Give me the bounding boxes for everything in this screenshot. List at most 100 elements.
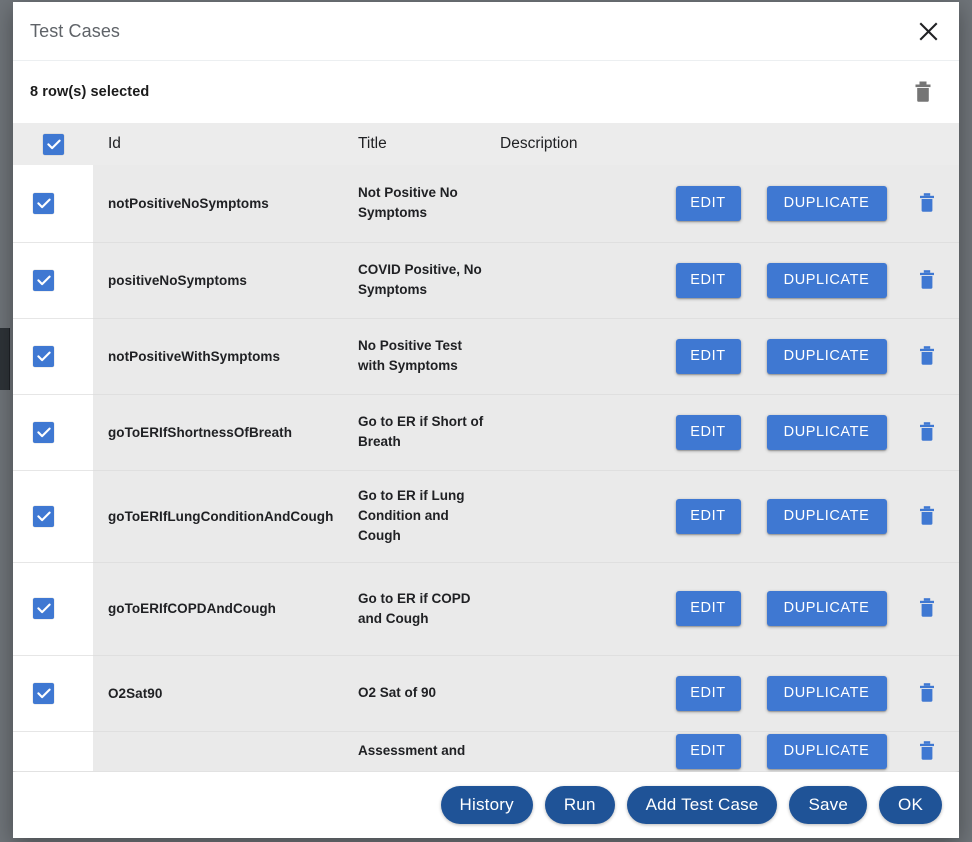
edit-button[interactable]: EDIT: [675, 675, 741, 711]
row-select-checkbox[interactable]: [33, 682, 54, 704]
duplicate-button[interactable]: DUPLICATE: [766, 498, 887, 534]
duplicate-button[interactable]: DUPLICATE: [766, 338, 887, 374]
select-all-checkbox[interactable]: [43, 133, 64, 155]
close-icon[interactable]: [911, 14, 945, 48]
row-select-cell[interactable]: [13, 393, 93, 470]
background-panel-edge: [0, 328, 10, 390]
row-cell-edit: EDIT: [658, 317, 758, 394]
table-row[interactable]: notPositiveNoSymptoms Not Positive No Sym…: [13, 165, 959, 242]
dialog-title: Test Cases: [30, 20, 121, 41]
edit-button[interactable]: EDIT: [675, 185, 741, 221]
row-cell-duplicate: DUPLICATE: [758, 561, 895, 655]
edit-button[interactable]: EDIT: [675, 262, 741, 298]
row-cell-edit: EDIT: [658, 469, 758, 562]
table-row[interactable]: goToERIfLungConditionAndCough Go to ER if…: [13, 469, 959, 562]
edit-button[interactable]: EDIT: [675, 498, 741, 534]
test-cases-table-scroll[interactable]: Id Title Description notPositiveNoSympto…: [13, 123, 959, 772]
trash-icon[interactable]: [912, 593, 942, 623]
column-header-description[interactable]: Description: [500, 123, 959, 165]
row-cell-description: [500, 469, 658, 562]
table-row[interactable]: notPositiveWithSymptoms No Positive Test …: [13, 317, 959, 394]
row-select-cell[interactable]: [13, 654, 93, 731]
row-cell-title: Go to ER if Short of Breath: [358, 393, 500, 470]
select-all-header-cell: [13, 123, 93, 165]
table-row[interactable]: O2Sat90 O2 Sat of 90 EDIT DUPLICATE: [13, 654, 959, 731]
row-select-cell[interactable]: [13, 469, 93, 562]
table-header-row: Id Title Description: [13, 123, 959, 165]
table-row[interactable]: positiveNoSymptoms COVID Positive, No Sym…: [13, 241, 959, 318]
row-cell-title: Go to ER if COPD and Cough: [358, 561, 500, 655]
table-body: notPositiveNoSymptoms Not Positive No Sym…: [13, 165, 959, 771]
table-row[interactable]: goToERIfShortnessOfBreath Go to ER if Sho…: [13, 393, 959, 470]
edit-button[interactable]: EDIT: [675, 414, 741, 450]
row-select-checkbox[interactable]: [33, 598, 54, 619]
footer-button-history[interactable]: History: [440, 786, 533, 824]
table-row[interactable]: Assessment and EDIT DUPLICATE: [13, 730, 959, 771]
row-cell-description: [500, 561, 658, 655]
footer-button-add-test-case[interactable]: Add Test Case: [626, 786, 778, 824]
row-select-cell[interactable]: [13, 165, 93, 242]
column-header-id[interactable]: Id: [93, 123, 358, 165]
row-cell-duplicate: DUPLICATE: [758, 469, 895, 562]
row-cell-edit: EDIT: [658, 561, 758, 655]
row-cell-delete: [895, 241, 959, 318]
row-cell-id: notPositiveNoSymptoms: [93, 165, 358, 242]
row-cell-delete: [895, 469, 959, 562]
trash-icon[interactable]: [912, 188, 942, 218]
dialog-footer: History Run Add Test Case Save OK: [13, 772, 959, 838]
duplicate-button[interactable]: DUPLICATE: [766, 733, 887, 769]
trash-icon[interactable]: [905, 74, 941, 110]
row-select-checkbox[interactable]: [33, 505, 54, 527]
selection-toolbar: 8 row(s) selected: [13, 61, 959, 123]
row-cell-title: Not Positive No Symptoms: [358, 165, 500, 242]
row-cell-id: goToERIfCOPDAndCough: [93, 561, 358, 655]
table-header: Id Title Description: [13, 123, 959, 165]
trash-icon[interactable]: [912, 265, 942, 295]
trash-icon[interactable]: [912, 501, 942, 531]
row-select-checkbox[interactable]: [33, 421, 54, 443]
row-cell-delete: [895, 561, 959, 655]
duplicate-button[interactable]: DUPLICATE: [766, 262, 887, 298]
row-cell-title: COVID Positive, No Symptoms: [358, 241, 500, 318]
row-cell-id: [93, 730, 358, 771]
trash-icon[interactable]: [912, 678, 942, 708]
trash-icon[interactable]: [912, 417, 942, 447]
row-select-checkbox[interactable]: [33, 345, 54, 367]
edit-button[interactable]: EDIT: [675, 591, 741, 626]
row-cell-duplicate: DUPLICATE: [758, 165, 895, 242]
footer-button-save[interactable]: Save: [789, 786, 868, 824]
footer-button-run[interactable]: Run: [544, 786, 615, 824]
duplicate-button[interactable]: DUPLICATE: [766, 591, 887, 626]
row-cell-edit: EDIT: [658, 654, 758, 731]
row-cell-edit: EDIT: [658, 730, 758, 771]
row-cell-duplicate: DUPLICATE: [758, 654, 895, 731]
row-cell-delete: [895, 393, 959, 470]
page-backdrop-strip: [0, 0, 13, 842]
row-cell-id: O2Sat90: [93, 654, 358, 731]
row-select-checkbox[interactable]: [33, 269, 54, 291]
row-cell-description: [500, 317, 658, 394]
duplicate-button[interactable]: DUPLICATE: [766, 675, 887, 711]
row-cell-title: Go to ER if Lung Condition and Cough: [358, 469, 500, 562]
row-cell-id: positiveNoSymptoms: [93, 241, 358, 318]
trash-icon[interactable]: [912, 341, 942, 371]
test-cases-dialog: Test Cases 8 row(s) selected Id Title De…: [13, 2, 959, 838]
duplicate-button[interactable]: DUPLICATE: [766, 185, 887, 221]
row-cell-id: notPositiveWithSymptoms: [93, 317, 358, 394]
test-cases-table: Id Title Description notPositiveNoSympto…: [13, 123, 959, 771]
row-cell-duplicate: DUPLICATE: [758, 393, 895, 470]
duplicate-button[interactable]: DUPLICATE: [766, 414, 887, 450]
row-cell-description: [500, 730, 658, 771]
row-cell-description: [500, 241, 658, 318]
edit-button[interactable]: EDIT: [675, 733, 741, 769]
edit-button[interactable]: EDIT: [675, 338, 741, 374]
row-select-cell[interactable]: [13, 561, 93, 655]
row-select-checkbox[interactable]: [33, 192, 54, 214]
table-row[interactable]: goToERIfCOPDAndCough Go to ER if COPD and…: [13, 561, 959, 655]
trash-icon[interactable]: [912, 736, 942, 766]
column-header-title[interactable]: Title: [358, 123, 500, 165]
footer-button-ok[interactable]: OK: [879, 786, 942, 824]
row-select-cell[interactable]: [13, 317, 93, 394]
row-select-cell[interactable]: [13, 241, 93, 318]
row-select-cell[interactable]: [13, 730, 93, 771]
